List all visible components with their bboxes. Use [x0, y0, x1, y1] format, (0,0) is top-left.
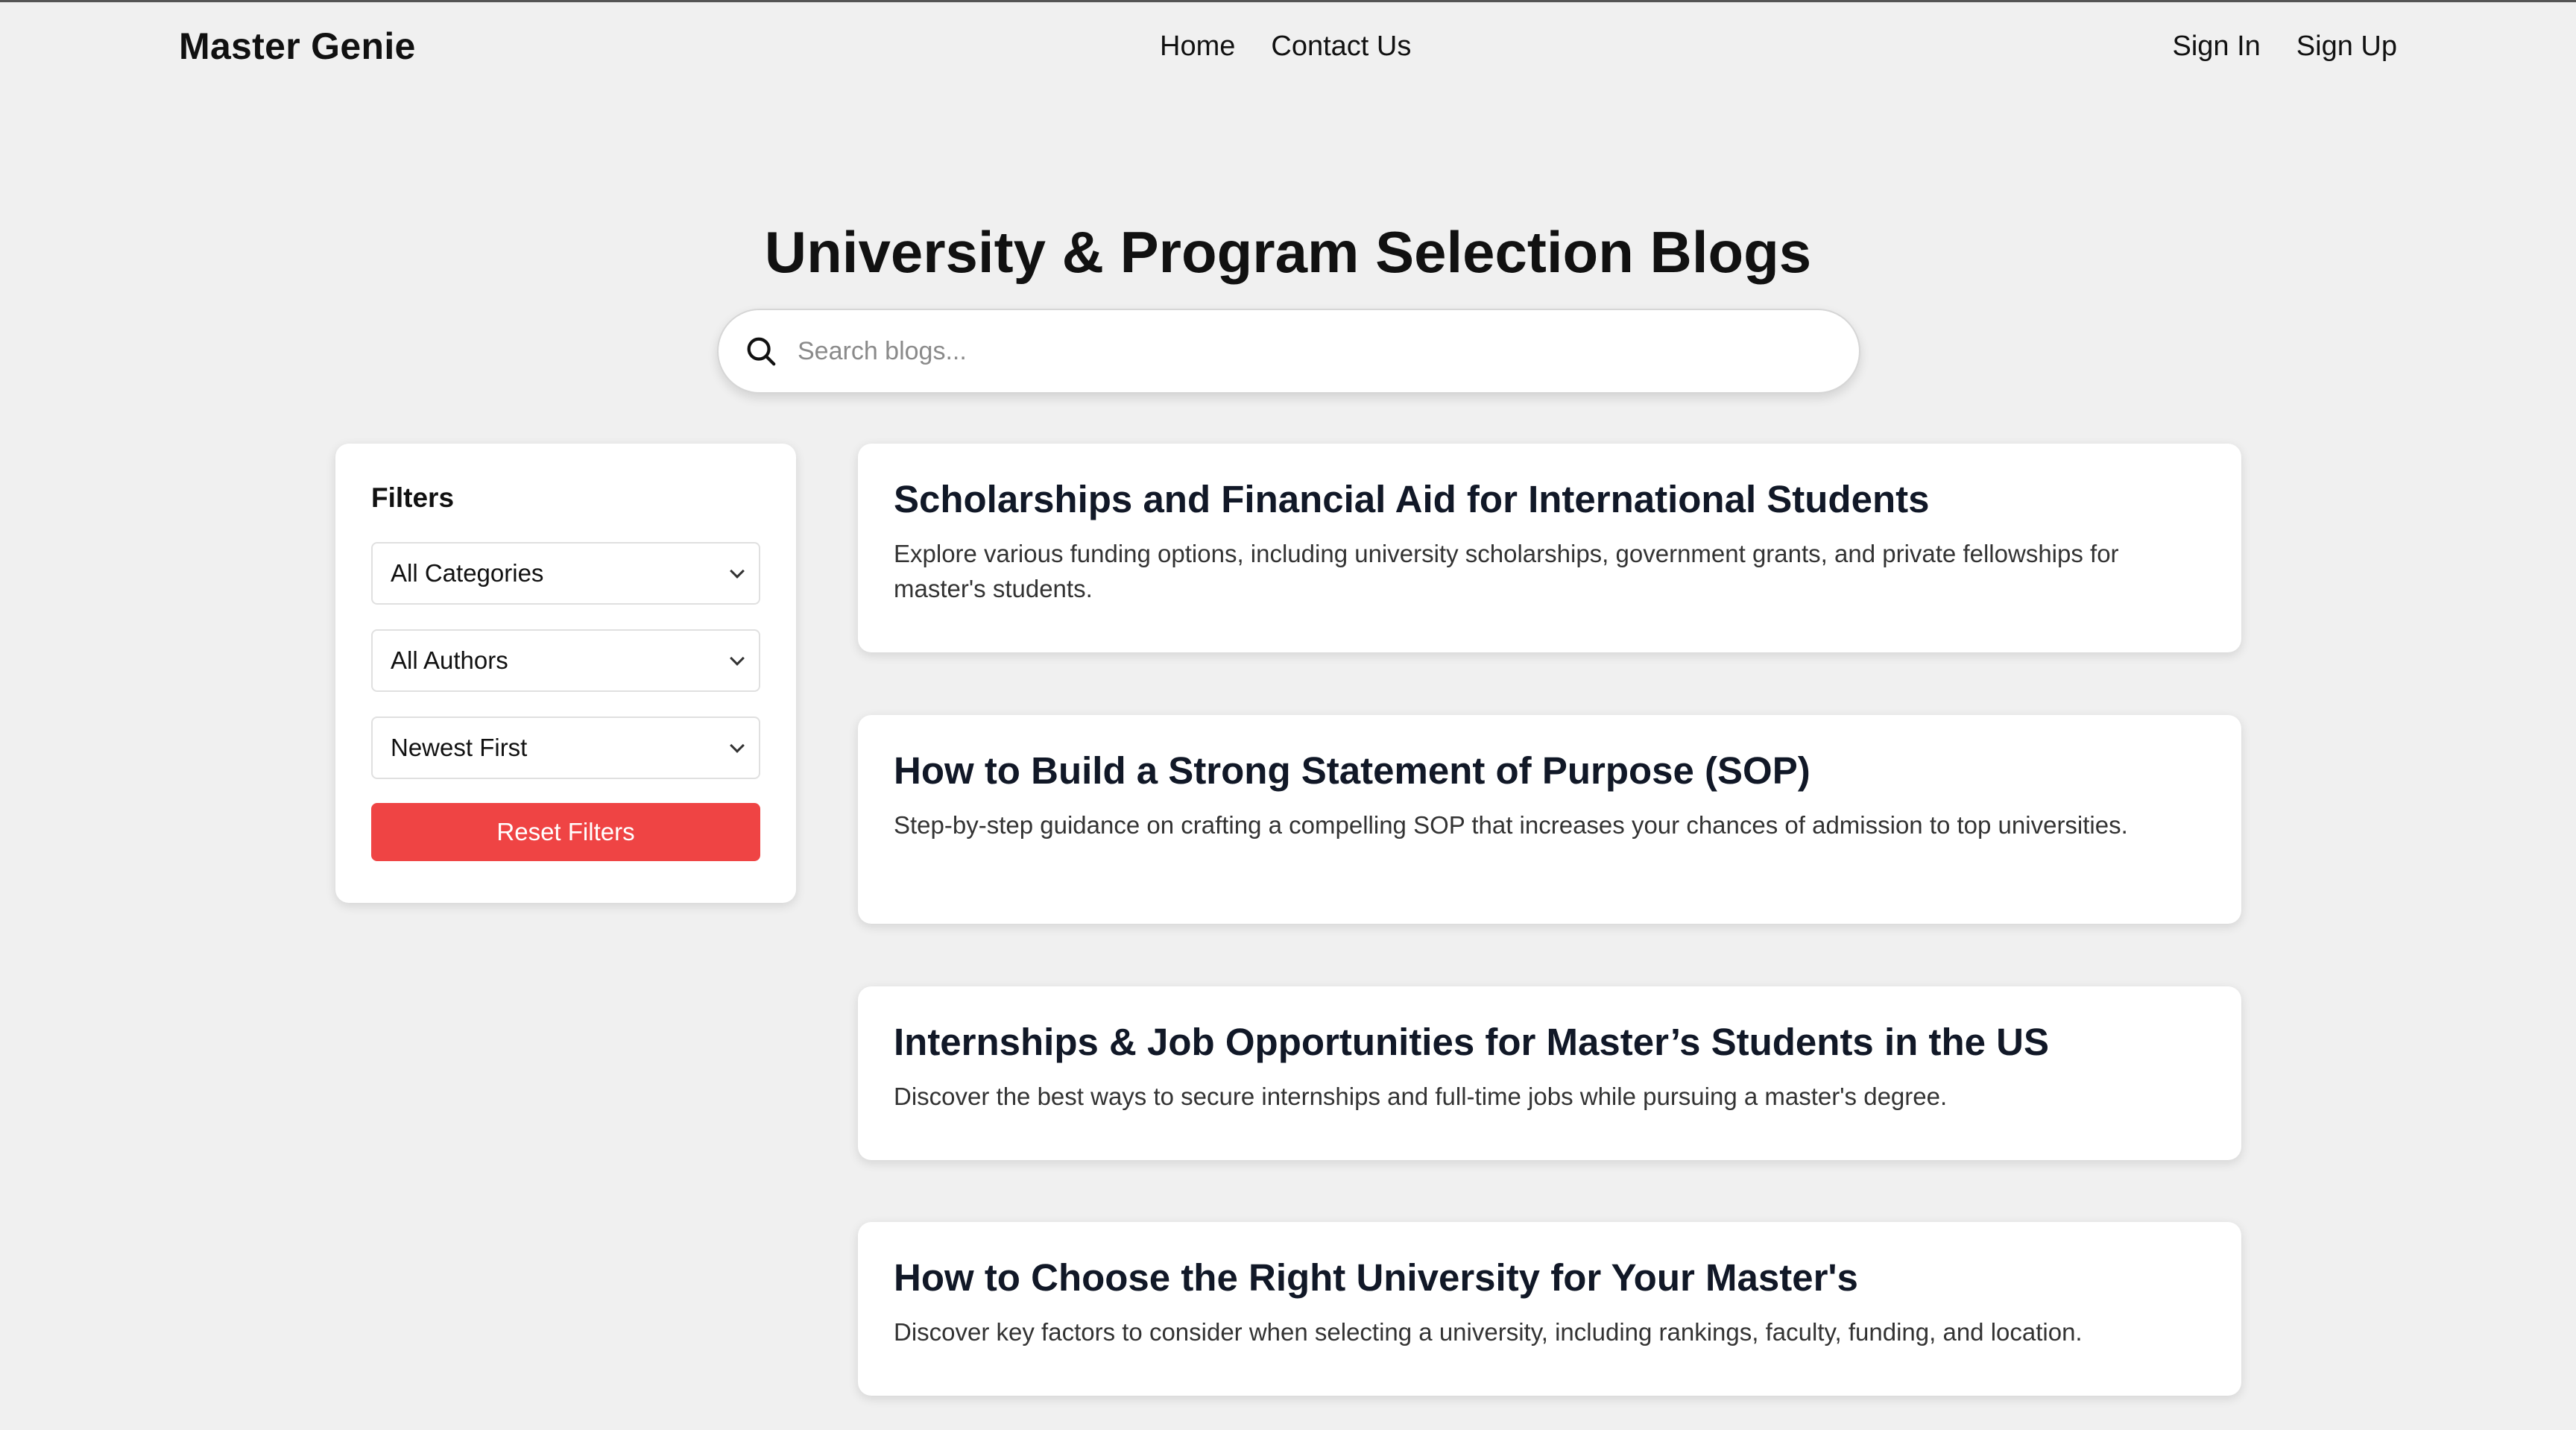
sign-in-link[interactable]: Sign In	[2172, 31, 2260, 63]
sort-select[interactable]: Newest First	[371, 716, 760, 779]
search-input[interactable]	[798, 329, 1826, 374]
chevron-down-icon	[730, 651, 745, 666]
blog-card[interactable]: How to Choose the Right University for Y…	[858, 1222, 2241, 1396]
blog-card[interactable]: Internships & Job Opportunities for Mast…	[858, 986, 2241, 1160]
sort-select-value: Newest First	[391, 734, 528, 761]
blog-title[interactable]: Scholarships and Financial Aid for Inter…	[894, 476, 2206, 522]
blog-description: Discover the best ways to secure interns…	[894, 1083, 1948, 1111]
nav-contact-link[interactable]: Contact Us	[1271, 31, 1411, 63]
blog-description: Explore various funding options, includi…	[894, 540, 2119, 603]
blog-description: Step-by-step guidance on crafting a comp…	[894, 811, 2128, 840]
sign-up-link[interactable]: Sign Up	[2296, 31, 2397, 63]
search-icon	[747, 337, 776, 366]
blog-card[interactable]: How to Build a Strong Statement of Purpo…	[858, 715, 2241, 924]
author-select-value: All Authors	[391, 646, 508, 674]
auth-nav: Sign In Sign Up	[2172, 31, 2397, 63]
blog-title[interactable]: How to Build a Strong Statement of Purpo…	[894, 748, 2206, 793]
author-select[interactable]: All Authors	[371, 629, 760, 692]
nav-home-link[interactable]: Home	[1160, 31, 1235, 63]
search-bar	[717, 309, 1860, 394]
chevron-down-icon	[730, 564, 745, 579]
blog-description: Discover key factors to consider when se…	[894, 1318, 2083, 1346]
main-nav: Home Contact Us	[1160, 31, 1411, 63]
chevron-down-icon	[730, 738, 745, 753]
page: Master Genie Home Contact Us Sign In Sig…	[0, 0, 2576, 1430]
blog-title[interactable]: Internships & Job Opportunities for Mast…	[894, 1019, 2206, 1065]
category-select[interactable]: All Categories	[371, 542, 760, 605]
blog-card[interactable]: Scholarships and Financial Aid for Inter…	[858, 444, 2241, 652]
page-title: University & Program Selection Blogs	[764, 219, 1812, 285]
filters-panel: Filters All Categories All Authors Newes…	[335, 444, 796, 903]
brand-logo[interactable]: Master Genie	[179, 25, 416, 68]
reset-filters-button[interactable]: Reset Filters	[371, 803, 760, 861]
category-select-value: All Categories	[391, 559, 544, 587]
blog-title[interactable]: How to Choose the Right University for Y…	[894, 1255, 2206, 1300]
filters-title: Filters	[371, 482, 455, 513]
